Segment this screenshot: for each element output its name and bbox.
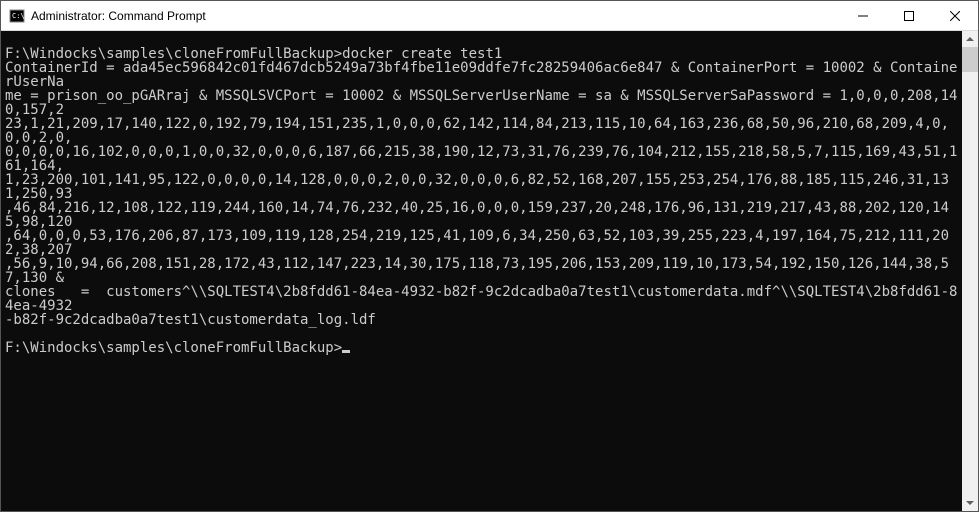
text-cursor	[342, 350, 350, 353]
output-line: me = prison_oo_pGARraj & MSSQLSVCPort = …	[5, 89, 962, 117]
close-button[interactable]	[932, 1, 978, 30]
window-controls	[840, 1, 978, 30]
vertical-scrollbar[interactable]	[962, 31, 978, 511]
scrollbar-thumb[interactable]	[962, 47, 978, 72]
prompt-line-1: F:\Windocks\samples\cloneFromFullBackup>…	[5, 47, 962, 61]
prompt: F:\Windocks\samples\cloneFromFullBackup>	[5, 340, 342, 356]
output-line: ,64,0,0,0,53,176,206,87,173,109,119,128,…	[5, 229, 962, 257]
scroll-down-arrow-icon[interactable]	[962, 495, 978, 511]
output-line: ,46,84,216,12,108,122,119,244,160,14,74,…	[5, 201, 962, 229]
output-line: 0,0,0,0,16,102,0,0,0,1,0,0,32,0,0,0,6,18…	[5, 145, 962, 173]
scroll-up-arrow-icon[interactable]	[962, 31, 978, 47]
window-title: Administrator: Command Prompt	[31, 9, 840, 23]
blank-line	[5, 327, 962, 341]
output-line: 23,1,21,209,17,140,122,0,192,79,194,151,…	[5, 117, 962, 145]
output-line: -b82f-9c2dcadba0a7test1\customerdata_log…	[5, 313, 962, 327]
output-line: ,56,9,10,94,66,208,151,28,172,43,112,147…	[5, 257, 962, 285]
output-line: clones = customers^\\SQLTEST4\2b8fdd61-8…	[5, 285, 962, 313]
blank-line	[5, 33, 962, 47]
command-prompt-window: C:\ Administrator: Command Prompt F:\Win…	[0, 0, 979, 512]
prompt-line-2: F:\Windocks\samples\cloneFromFullBackup>	[5, 341, 962, 355]
scrollbar-track[interactable]	[962, 47, 978, 495]
svg-text:C:\: C:\	[12, 12, 25, 20]
minimize-button[interactable]	[840, 1, 886, 30]
titlebar[interactable]: C:\ Administrator: Command Prompt	[1, 1, 978, 31]
cmd-icon: C:\	[9, 8, 25, 24]
output-line: ContainerId = ada45ec596842c01fd467dcb52…	[5, 61, 962, 89]
console-wrap: F:\Windocks\samples\cloneFromFullBackup>…	[1, 31, 978, 511]
maximize-button[interactable]	[886, 1, 932, 30]
output-line: 1,23,200,101,141,95,122,0,0,0,0,14,128,0…	[5, 173, 962, 201]
console-output[interactable]: F:\Windocks\samples\cloneFromFullBackup>…	[1, 31, 962, 511]
